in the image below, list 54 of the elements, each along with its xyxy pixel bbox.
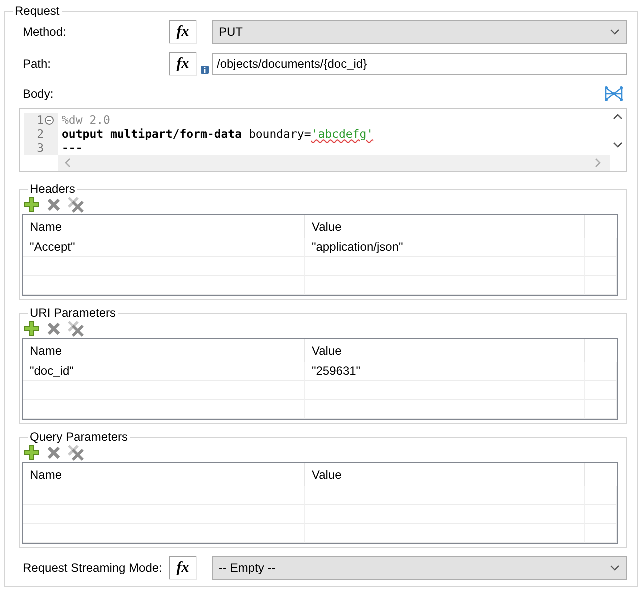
chevron-down-icon xyxy=(610,565,620,571)
table-cell xyxy=(585,400,617,419)
table-cell: "application/json" xyxy=(305,238,585,257)
method-dropdown[interactable]: PUT xyxy=(212,20,627,44)
code-line: %dw 2.0 xyxy=(62,113,111,127)
column-header: Value xyxy=(305,463,585,486)
chevron-down-icon xyxy=(610,29,620,35)
line-number: 3 xyxy=(37,141,44,155)
table-cell xyxy=(585,362,617,381)
group-title: Request xyxy=(14,4,61,18)
field-label: Body: xyxy=(22,87,54,101)
column-header: Value xyxy=(305,215,585,238)
field-label: Path: xyxy=(22,57,52,71)
line-number: 2 xyxy=(37,127,44,141)
table-cell xyxy=(585,238,617,257)
table-cell xyxy=(585,486,617,505)
path-input[interactable]: /objects/documents/{doc_id} xyxy=(212,53,627,75)
group-title: URI Parameters xyxy=(29,306,118,320)
delete-all-icon[interactable] xyxy=(68,444,84,460)
table-cell: "doc_id" xyxy=(23,362,305,381)
delete-icon[interactable] xyxy=(46,444,62,460)
table-cell xyxy=(585,381,617,400)
code-line: --- xyxy=(62,141,84,155)
table-cell xyxy=(585,257,617,276)
add-icon[interactable] xyxy=(24,196,40,212)
table-cell: "Accept" xyxy=(23,238,305,257)
code-line: output multipart/form-data boundary='abcdefg' xyxy=(62,127,374,141)
column-header: Name xyxy=(23,463,305,486)
streaming-mode-dropdown[interactable]: -- Empty -- xyxy=(212,556,627,580)
add-icon[interactable] xyxy=(24,444,40,460)
group-title: Query Parameters xyxy=(29,430,130,444)
delete-icon[interactable] xyxy=(46,196,62,212)
fx-button[interactable]: fx xyxy=(169,556,197,580)
delete-icon[interactable] xyxy=(46,320,62,336)
table-cell: "259631" xyxy=(305,362,585,381)
network-icon[interactable] xyxy=(605,86,623,102)
code-editor[interactable]: 1 2 3 %dw 2.0 output multipart/form-data boundary='abcdefg' --- xyxy=(19,108,627,172)
column-header: Name xyxy=(23,215,305,238)
table-cell xyxy=(585,524,617,543)
delete-all-icon[interactable] xyxy=(68,196,84,212)
delete-all-icon[interactable] xyxy=(68,320,84,336)
table-cell xyxy=(585,505,617,524)
column-header: Value xyxy=(305,339,585,362)
column-header: Name xyxy=(23,339,305,362)
add-icon[interactable] xyxy=(24,320,40,336)
table-cell xyxy=(585,276,617,295)
collapse-icon[interactable] xyxy=(45,116,54,124)
fx-button[interactable]: fx xyxy=(169,20,197,44)
line-number: 1 xyxy=(37,113,44,127)
fx-button[interactable]: fx xyxy=(169,52,197,76)
group-title: Headers xyxy=(29,182,76,196)
field-label: Method: xyxy=(22,25,68,39)
info-icon xyxy=(201,66,209,74)
field-label: Request Streaming Mode: xyxy=(22,561,164,575)
